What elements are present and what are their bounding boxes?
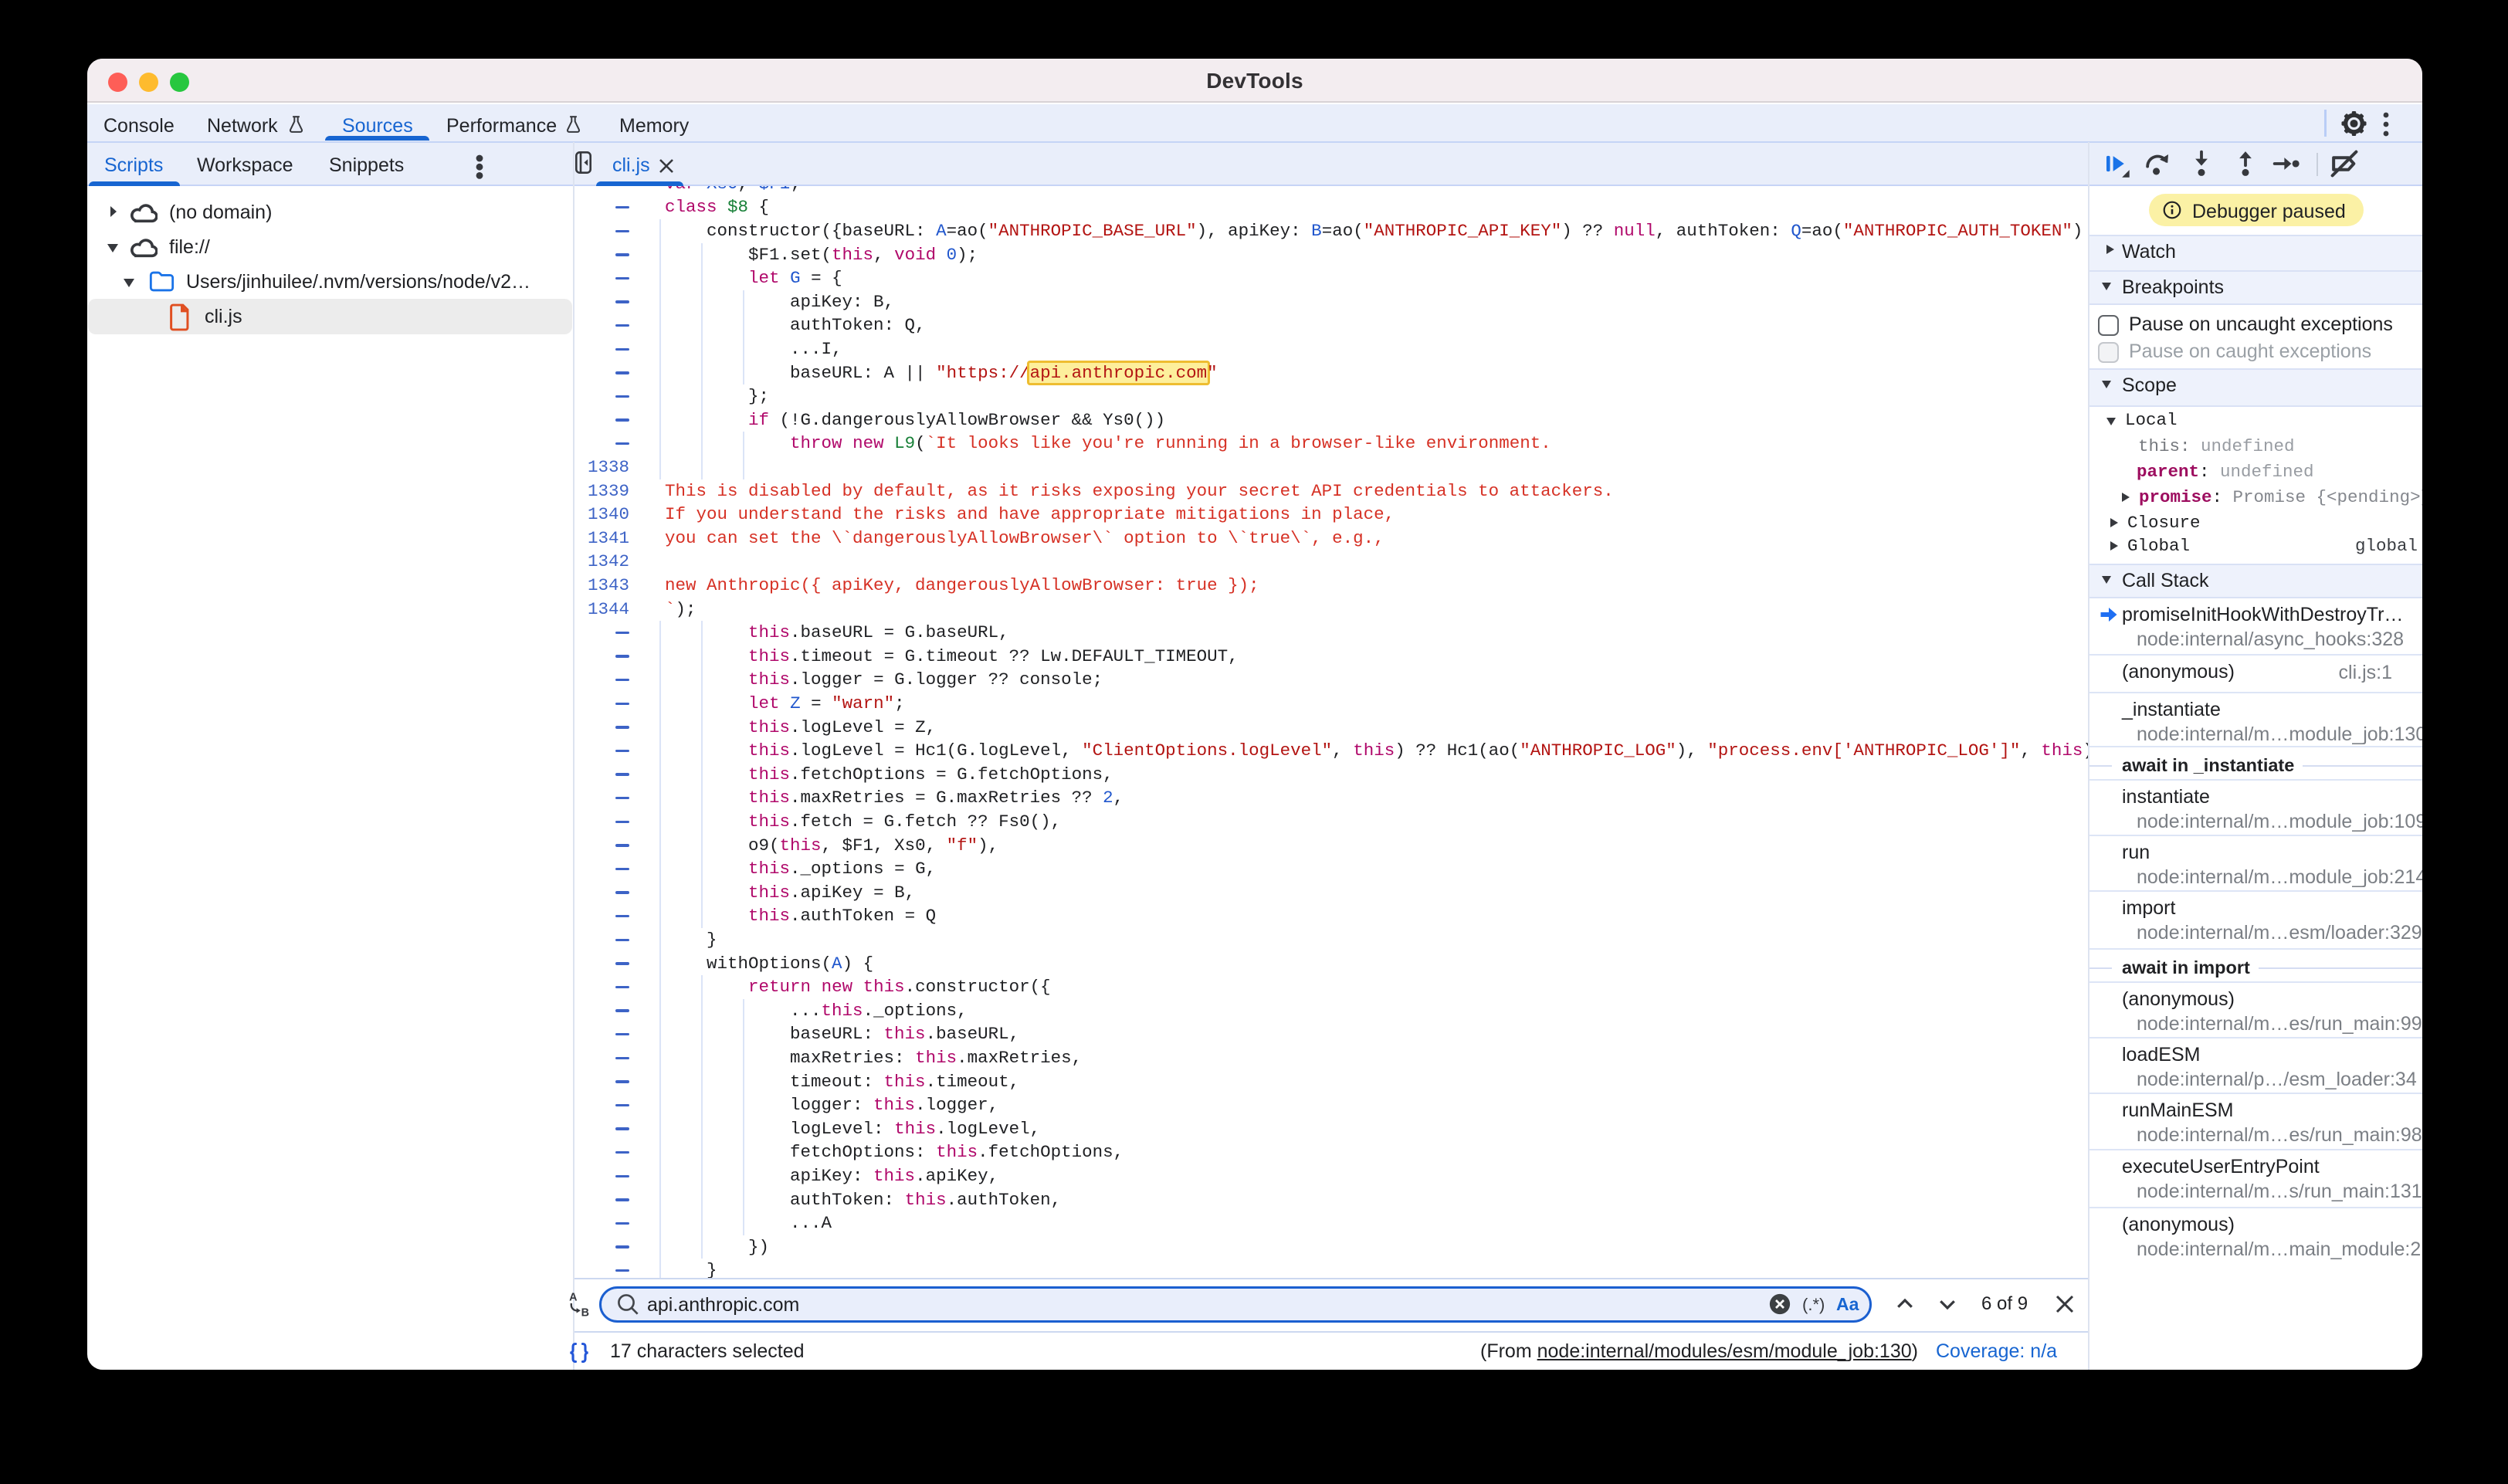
svg-text:A: A [569, 1292, 577, 1304]
svg-text:B: B [581, 1306, 589, 1317]
